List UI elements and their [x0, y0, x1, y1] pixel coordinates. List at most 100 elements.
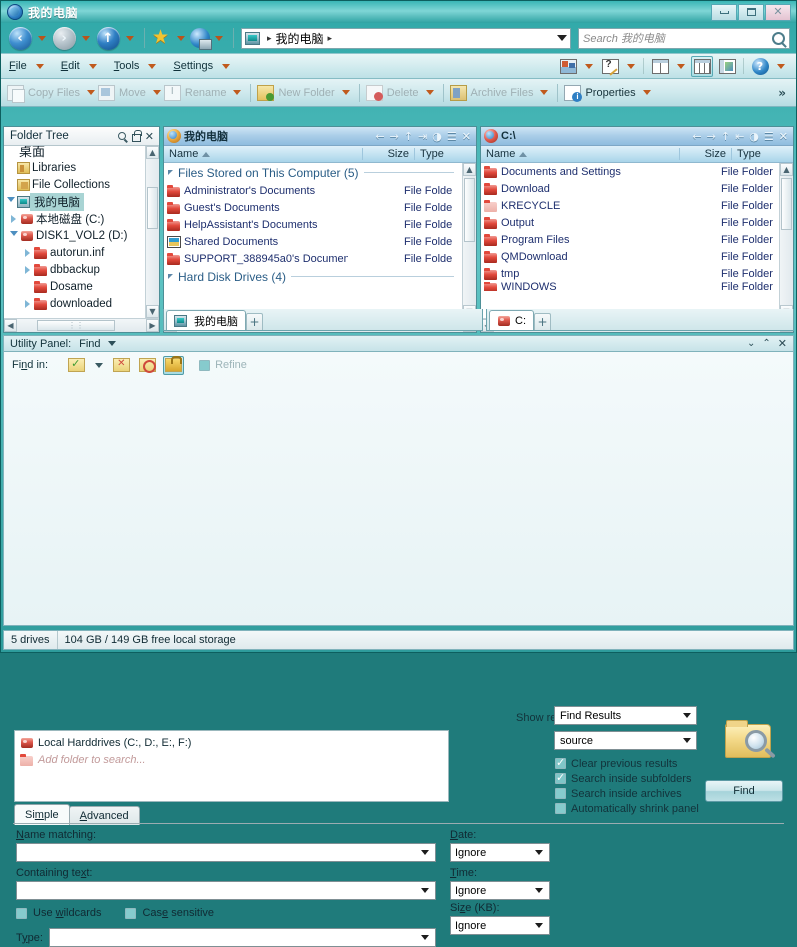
pane-close-icon[interactable]: ✕	[462, 130, 471, 143]
properties-button[interactable]: Properties	[564, 85, 635, 101]
tree-search-icon[interactable]	[118, 132, 126, 140]
chevron-down-icon[interactable]	[679, 733, 694, 748]
type-input[interactable]	[49, 928, 436, 947]
group-header-files-stored[interactable]: Files Stored on This Computer (5)	[164, 163, 462, 182]
checkbox-box[interactable]	[555, 788, 566, 799]
group-header-hard-disk-drives[interactable]: Hard Disk Drives (4)	[164, 267, 462, 286]
column-size[interactable]: Size	[362, 148, 414, 160]
scroll-thumb[interactable]: ⋮⋮	[37, 320, 115, 331]
utility-close-icon[interactable]: ✕	[778, 337, 787, 350]
scroll-thumb[interactable]	[147, 187, 158, 229]
option-clear-previous-results[interactable]: Clear previous results	[555, 756, 735, 771]
use-wildcards-checkbox[interactable]	[16, 908, 27, 919]
help-dropdown-icon[interactable]	[777, 64, 785, 69]
find-button[interactable]: Find	[705, 780, 783, 802]
containing-text-input[interactable]	[16, 881, 436, 900]
breadcrumb-item[interactable]: 我的电脑	[276, 30, 324, 47]
rename-button[interactable]: Rename	[164, 85, 227, 101]
column-type[interactable]: Type	[731, 148, 793, 160]
scope-add-item[interactable]: Add folder to search...	[20, 751, 443, 768]
checkbox-box[interactable]	[199, 360, 210, 371]
minimize-button[interactable]	[711, 4, 737, 21]
utility-collapse-icon[interactable]: ⌄	[747, 338, 755, 349]
name-matching-input[interactable]	[16, 843, 436, 862]
lock-scope-button[interactable]	[163, 356, 184, 375]
add-folder-dropdown-icon[interactable]	[95, 363, 103, 368]
layout-icon[interactable]	[649, 56, 671, 77]
back-dropdown-icon[interactable]	[38, 36, 46, 41]
search-input[interactable]: Search 我的电脑	[583, 30, 665, 46]
up-dropdown-icon[interactable]	[126, 36, 134, 41]
utility-panel-mode[interactable]: Find	[79, 338, 100, 350]
pane-forward-icon[interactable]: →	[707, 130, 716, 143]
favorites-star-icon[interactable]: ★	[152, 28, 172, 48]
column-name[interactable]: Name	[164, 148, 362, 160]
left-pane-rows[interactable]: Files Stored on This Computer (5) Admini…	[164, 163, 462, 318]
chevron-down-icon[interactable]	[417, 845, 433, 860]
chevron-down-icon[interactable]	[36, 64, 44, 69]
chevron-down-icon[interactable]	[222, 64, 230, 69]
scroll-left-icon[interactable]: ◀	[4, 319, 17, 332]
chevron-down-icon[interactable]	[89, 64, 97, 69]
tree-node-my-computer[interactable]: 我的电脑	[4, 193, 145, 210]
chevron-down-icon[interactable]	[417, 930, 433, 945]
forward-dropdown-icon[interactable]	[82, 36, 90, 41]
remove-folder-button[interactable]	[111, 356, 132, 375]
column-type[interactable]: Type	[414, 148, 476, 160]
table-row[interactable]: Download File Folder	[481, 180, 779, 197]
scroll-down-icon[interactable]: ▼	[146, 305, 159, 318]
pane-close-icon[interactable]: ✕	[779, 130, 788, 143]
column-size[interactable]: Size	[679, 148, 731, 160]
notes-dropdown-icon[interactable]	[627, 64, 635, 69]
scope-item[interactable]: Local Harddrives (C:, D:, E:, F:)	[20, 734, 443, 751]
table-row[interactable]: QMDownload File Folder	[481, 248, 779, 265]
chevron-down-icon[interactable]	[531, 845, 547, 860]
tree-node-downloaded[interactable]: downloaded	[4, 295, 145, 312]
pane-swap-icon[interactable]: ◑	[432, 130, 442, 143]
breadcrumb-bar[interactable]: ▸ 我的电脑 ▸	[241, 28, 571, 49]
add-tab-button[interactable]: +	[534, 313, 551, 330]
pane-sync-icon[interactable]: ⇥	[418, 130, 427, 143]
pane-back-icon[interactable]: ←	[375, 130, 384, 143]
tree-lock-icon[interactable]	[131, 131, 140, 141]
chevron-down-icon[interactable]	[679, 708, 694, 723]
copy-files-button[interactable]: Copy Files	[7, 85, 80, 101]
pane-sync-icon[interactable]: ⇤	[735, 130, 744, 143]
refine-checkbox[interactable]: Refine	[199, 359, 247, 371]
scroll-up-icon[interactable]: ▲	[146, 146, 159, 159]
dual-pane-icon[interactable]	[691, 56, 713, 77]
option-automatically-shrink-panel[interactable]: Automatically shrink panel	[555, 801, 735, 816]
expander[interactable]	[7, 231, 20, 240]
scroll-right-icon[interactable]: ▶	[146, 319, 159, 332]
table-row[interactable]: SUPPORT_388945a0's Documents File Folde	[164, 250, 462, 267]
time-combo[interactable]: Ignore	[450, 881, 550, 900]
maximize-button[interactable]	[738, 4, 764, 21]
table-row[interactable]: WINDOWS File Folder	[481, 282, 779, 291]
expander[interactable]	[4, 197, 17, 206]
search-box[interactable]: Search 我的电脑	[578, 28, 790, 49]
tree-node-autorun-inf[interactable]: autorun.inf	[4, 244, 145, 261]
expander[interactable]	[21, 249, 34, 257]
collapse-icon[interactable]	[168, 170, 173, 175]
collapse-icon[interactable]	[168, 274, 173, 279]
search-scope-list[interactable]: Local Harddrives (C:, D:, E:, F:) Add fo…	[14, 730, 449, 802]
case-sensitive-checkbox[interactable]	[125, 908, 136, 919]
left-pane-vertical-scrollbar[interactable]: ▲ ▼	[462, 163, 476, 318]
checkbox-box[interactable]	[555, 758, 566, 769]
preview-icon[interactable]	[557, 56, 579, 77]
help-icon[interactable]: ?	[749, 56, 771, 77]
archive-dropdown-icon[interactable]	[540, 90, 548, 95]
chevron-down-icon[interactable]	[557, 35, 567, 41]
notes-icon[interactable]	[599, 56, 621, 77]
archive-files-button[interactable]: Archive Files	[450, 85, 534, 101]
info-panel-icon[interactable]	[716, 56, 738, 77]
table-row[interactable]: Output File Folder	[481, 214, 779, 231]
favorites-dropdown-icon[interactable]	[177, 36, 185, 41]
table-row[interactable]: Documents and Settings File Folder	[481, 163, 779, 180]
folder-tree-list[interactable]: 桌面 Libraries File Collections	[4, 146, 145, 318]
table-row[interactable]: Guest's Documents File Folde	[164, 199, 462, 216]
new-folder-button[interactable]: New Folder	[257, 85, 334, 101]
pane-menu-icon[interactable]: ☰	[447, 130, 457, 143]
properties-dropdown-icon[interactable]	[643, 90, 651, 95]
table-row[interactable]: tmp File Folder	[481, 265, 779, 282]
